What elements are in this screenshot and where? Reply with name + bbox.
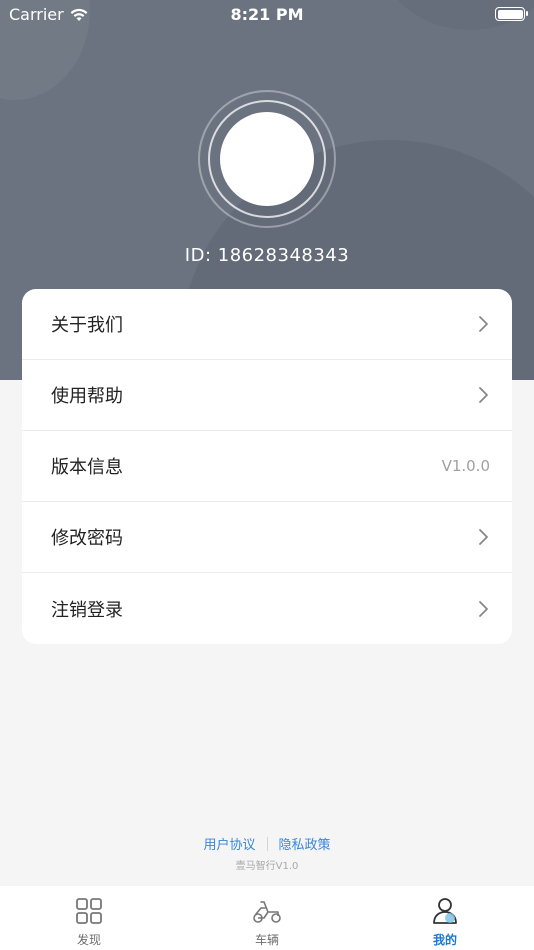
tab-discover[interactable]: 发现 xyxy=(0,886,178,950)
user-id: ID: 18628348343 xyxy=(184,245,350,266)
tab-label: 发现 xyxy=(76,933,101,947)
menu-item-label: 注销登录 xyxy=(51,599,123,621)
battery-icon xyxy=(495,7,528,21)
menu-item-version[interactable]: 版本信息 V1.0.0 xyxy=(22,431,512,502)
avatar[interactable] xyxy=(220,112,314,206)
user-agreement-link[interactable]: 用户协议 xyxy=(203,834,255,853)
tab-bar: 发现 车辆 我的 xyxy=(0,886,534,950)
chevron-right-icon xyxy=(479,529,488,545)
menu-item-label: 版本信息 xyxy=(51,457,123,478)
menu-item-label: 修改密码 xyxy=(51,528,123,549)
scooter-icon xyxy=(253,901,281,923)
menu-item-logout[interactable]: 注销登录 xyxy=(22,573,512,644)
version-value: V1.0.0 xyxy=(441,457,490,475)
tab-label: 车辆 xyxy=(254,933,279,947)
app-version: 壹马智行V1.0 xyxy=(235,861,299,872)
status-bar: Carrier 8:21 PM xyxy=(0,0,534,30)
chevron-right-icon xyxy=(479,600,488,617)
menu-item-about[interactable]: 关于我们 xyxy=(22,289,512,360)
tab-label: 我的 xyxy=(432,933,457,947)
user-icon xyxy=(433,898,457,924)
tab-vehicles[interactable]: 车辆 xyxy=(178,886,356,950)
privacy-policy-link[interactable]: 隐私政策 xyxy=(279,834,331,853)
menu-item-change-password[interactable]: 修改密码 xyxy=(22,502,512,573)
chevron-right-icon xyxy=(479,316,488,332)
menu-item-help[interactable]: 使用帮助 xyxy=(22,360,512,431)
grid-icon xyxy=(76,898,102,924)
tab-mine[interactable]: 我的 xyxy=(356,886,534,950)
menu-item-label: 关于我们 xyxy=(51,315,123,336)
chevron-right-icon xyxy=(479,387,488,403)
legal-links: 用户协议 隐私政策 xyxy=(0,834,534,853)
menu-item-label: 使用帮助 xyxy=(51,386,123,407)
settings-menu: 关于我们 使用帮助 版本信息 V1.0.0 修改密码 注销登录 xyxy=(22,289,512,644)
status-time: 8:21 PM xyxy=(230,5,304,24)
divider xyxy=(266,836,268,851)
